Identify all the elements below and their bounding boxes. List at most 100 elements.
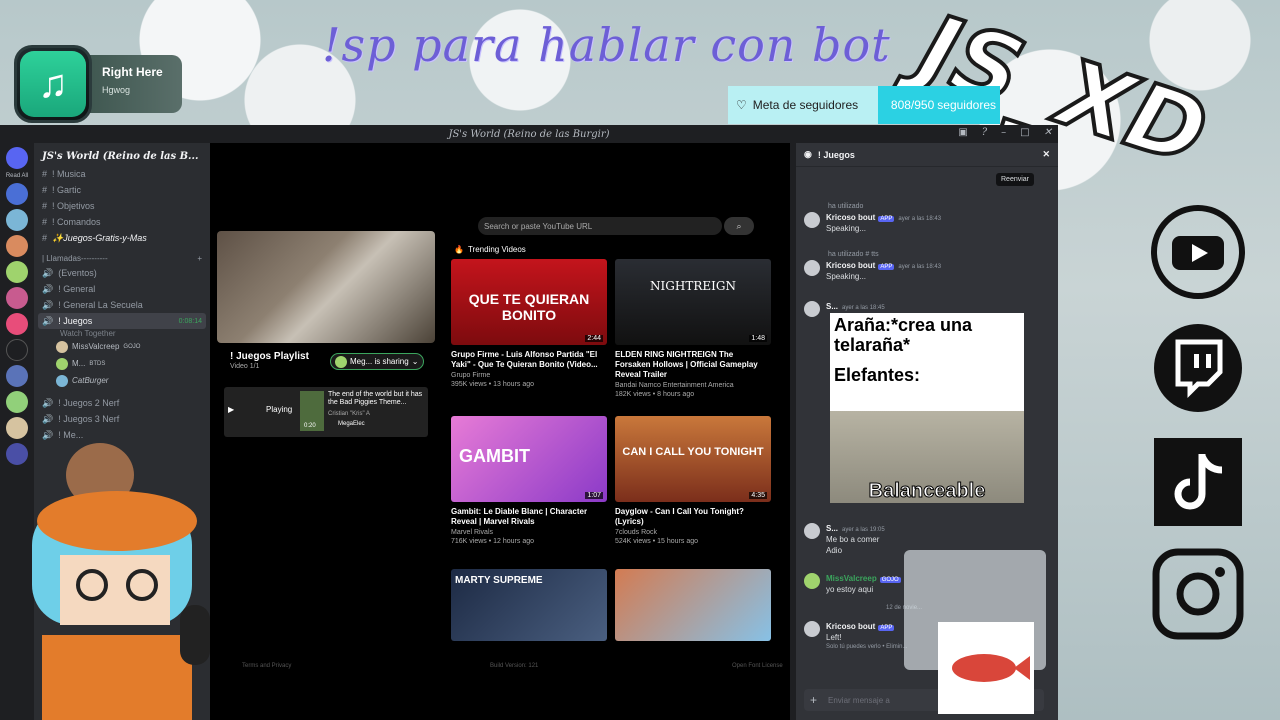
play-icon: ▶	[228, 405, 235, 414]
tiktok-icon	[1150, 434, 1246, 530]
category-header[interactable]: | Llamadas---------- +	[34, 246, 210, 265]
vtuber-avatar	[12, 435, 222, 720]
license-link[interactable]: Open Font License	[732, 663, 783, 669]
avatar	[804, 573, 820, 589]
video-card[interactable]: CAN I CALL YOU TONIGHT 4:35 Dayglow - Can…	[615, 416, 771, 545]
add-channel-icon[interactable]: +	[197, 254, 202, 263]
follower-goal: ♡ Meta de seguidores 808/950 seguidores	[728, 86, 1000, 124]
terms-link[interactable]: Terms and Privacy	[242, 663, 291, 669]
hash-icon: #	[42, 185, 48, 195]
video-title: Dayglow - Can I Call You Tonight? (Lyric…	[615, 507, 744, 526]
video-channel: Bandai Namco Entertainment America	[615, 382, 734, 389]
voice-user[interactable]: CatBurger	[34, 372, 210, 389]
video-card[interactable]: GAMBIT 1:07 Gambit: Le Diable Blanc | Cha…	[451, 416, 607, 545]
avatar	[335, 355, 347, 368]
avatar	[804, 523, 820, 539]
video-meta: 716K views • 12 hours ago	[451, 538, 535, 545]
video-card[interactable]	[615, 569, 771, 641]
window-titlebar: JS's World (Reino de las Burgir) ▣ ? – □…	[0, 125, 1058, 143]
youtube-search-input[interactable]: Search or paste YouTube URL	[478, 217, 722, 235]
music-artist: Hgwog	[102, 85, 131, 95]
activity-subtitle: Watch Together	[60, 329, 116, 338]
voice-channel[interactable]: 🔊! Juegos 3 Nerf	[34, 411, 210, 427]
fish-image	[938, 622, 1034, 714]
voice-user[interactable]: M... BTDS	[34, 355, 210, 372]
channel-item[interactable]: # ✨Juegos-Gratis-y-Mas	[34, 230, 210, 246]
video-thumb-text: NIGHTREIGN	[650, 279, 736, 293]
video-title: Gambit: Le Diable Blanc | Character Reve…	[451, 507, 588, 526]
server-icon[interactable]	[6, 313, 28, 335]
voice-channel-active[interactable]: 🔊 ! Juegos 0:08:14	[38, 313, 206, 329]
music-widget: ♫ Right Here Hgwog	[14, 45, 182, 123]
voice-channel[interactable]: 🔊! General	[34, 281, 210, 297]
server-icon[interactable]	[6, 287, 28, 309]
help-icon[interactable]: ?	[982, 127, 987, 138]
trending-header: 🔥 Trending Videos	[454, 245, 526, 254]
voice-channel[interactable]: 🔊 (Eventos)	[34, 265, 210, 281]
thread-icon: ◉	[804, 149, 812, 159]
server-name[interactable]: JS's World (Reino de las B...	[34, 143, 210, 166]
playlist-item-title: The end of the world but it has the Bad …	[328, 391, 423, 406]
server-icon[interactable]	[6, 391, 28, 413]
voice-channel[interactable]: 🔊! Juegos 2 Nerf	[34, 395, 210, 411]
channel-item[interactable]: #! Gartic	[34, 182, 210, 198]
server-icon[interactable]	[6, 235, 28, 257]
video-meta: 395K views • 13 hours ago	[451, 381, 535, 388]
minimize-icon[interactable]: –	[1001, 127, 1006, 138]
chat-channel-name: ! Juegos	[817, 149, 855, 160]
hash-icon: #	[42, 169, 48, 179]
inbox-icon[interactable]: ▣	[958, 127, 967, 138]
read-all-button[interactable]: Read All	[0, 173, 34, 179]
avatar	[56, 374, 68, 387]
playlist-item-channel: Cristian "Kris" A	[328, 411, 370, 417]
instagram-icon	[1150, 546, 1246, 642]
heart-icon: ♡	[736, 98, 747, 112]
video-thumb-text: QUE TE QUIERAN BONITO	[468, 291, 590, 323]
close-icon[interactable]: ✕	[1044, 127, 1052, 138]
channel-item[interactable]: #! Objetivos	[34, 198, 210, 214]
video-thumb-text: CAN I CALL YOU TONIGHT	[622, 446, 764, 458]
chat-message[interactable]: ha utilizado # tts Kricoso bout APP ayer a…	[804, 251, 1044, 281]
chat-message[interactable]: ha utilizado Kricoso bout APP ayer a las 1…	[804, 203, 1044, 233]
playlist-item-user: MegaElec	[338, 421, 365, 427]
music-title: Right Here	[102, 65, 163, 79]
playlist-sub: Video 1/1	[230, 363, 260, 370]
speaker-icon: 🔊	[42, 267, 54, 278]
server-icon[interactable]	[6, 339, 28, 361]
sharing-pill[interactable]: Meg... is sharing ⌄	[330, 353, 424, 370]
video-channel: Marvel Rivals	[451, 529, 494, 536]
close-icon[interactable]: ✕	[1042, 149, 1050, 160]
server-icon[interactable]	[6, 261, 28, 283]
speaker-icon: 🔊	[42, 413, 54, 424]
goal-unit: seguidores	[937, 98, 996, 112]
playlist-item[interactable]: ▶ Playing 0:20 The end of the world but …	[224, 387, 428, 437]
maximize-icon[interactable]: □	[1020, 127, 1029, 138]
add-attachment-icon[interactable]: +	[810, 693, 817, 707]
channel-item[interactable]: #! Comandos	[34, 214, 210, 230]
command-banner: !sp para hablar con bot	[322, 18, 891, 72]
video-card[interactable]: QUE TE QUIERAN BONITO 2:44 Grupo Firme - …	[451, 259, 607, 388]
video-channel: 7clouds Rock	[615, 529, 658, 536]
server-icon[interactable]	[6, 209, 28, 231]
hash-icon: #	[42, 217, 48, 227]
meme-image[interactable]: Araña:*crea una telaraña* Elefantes: Bal…	[830, 313, 1024, 503]
server-icon[interactable]	[6, 183, 28, 205]
speaker-icon: 🔊	[42, 299, 54, 310]
speaker-icon: 🔊	[42, 283, 54, 294]
avatar	[804, 301, 820, 317]
music-note-icon: ♫	[14, 45, 92, 123]
avatar	[804, 212, 820, 228]
video-card[interactable]: MARTY SUPREME	[451, 569, 607, 641]
video-card[interactable]: NIGHTREIGN 1:48 ELDEN RING NIGHTREIGN The…	[615, 259, 771, 398]
search-icon[interactable]: ⌕	[724, 217, 754, 235]
chevron-down-icon: ⌄	[411, 357, 419, 366]
goal-count: 808/950	[890, 98, 935, 112]
channel-item[interactable]: #! Musica	[34, 166, 210, 182]
server-icon[interactable]	[6, 365, 28, 387]
discord-home-icon[interactable]	[6, 147, 28, 169]
voice-channel[interactable]: 🔊! General La Secuela	[34, 297, 210, 313]
video-player[interactable]	[217, 231, 435, 343]
voice-user[interactable]: MissValcreep GOJO	[34, 338, 210, 355]
video-title: ELDEN RING NIGHTREIGN The Forsaken Hollo…	[615, 350, 758, 379]
speaker-icon: 🔊	[42, 397, 54, 408]
